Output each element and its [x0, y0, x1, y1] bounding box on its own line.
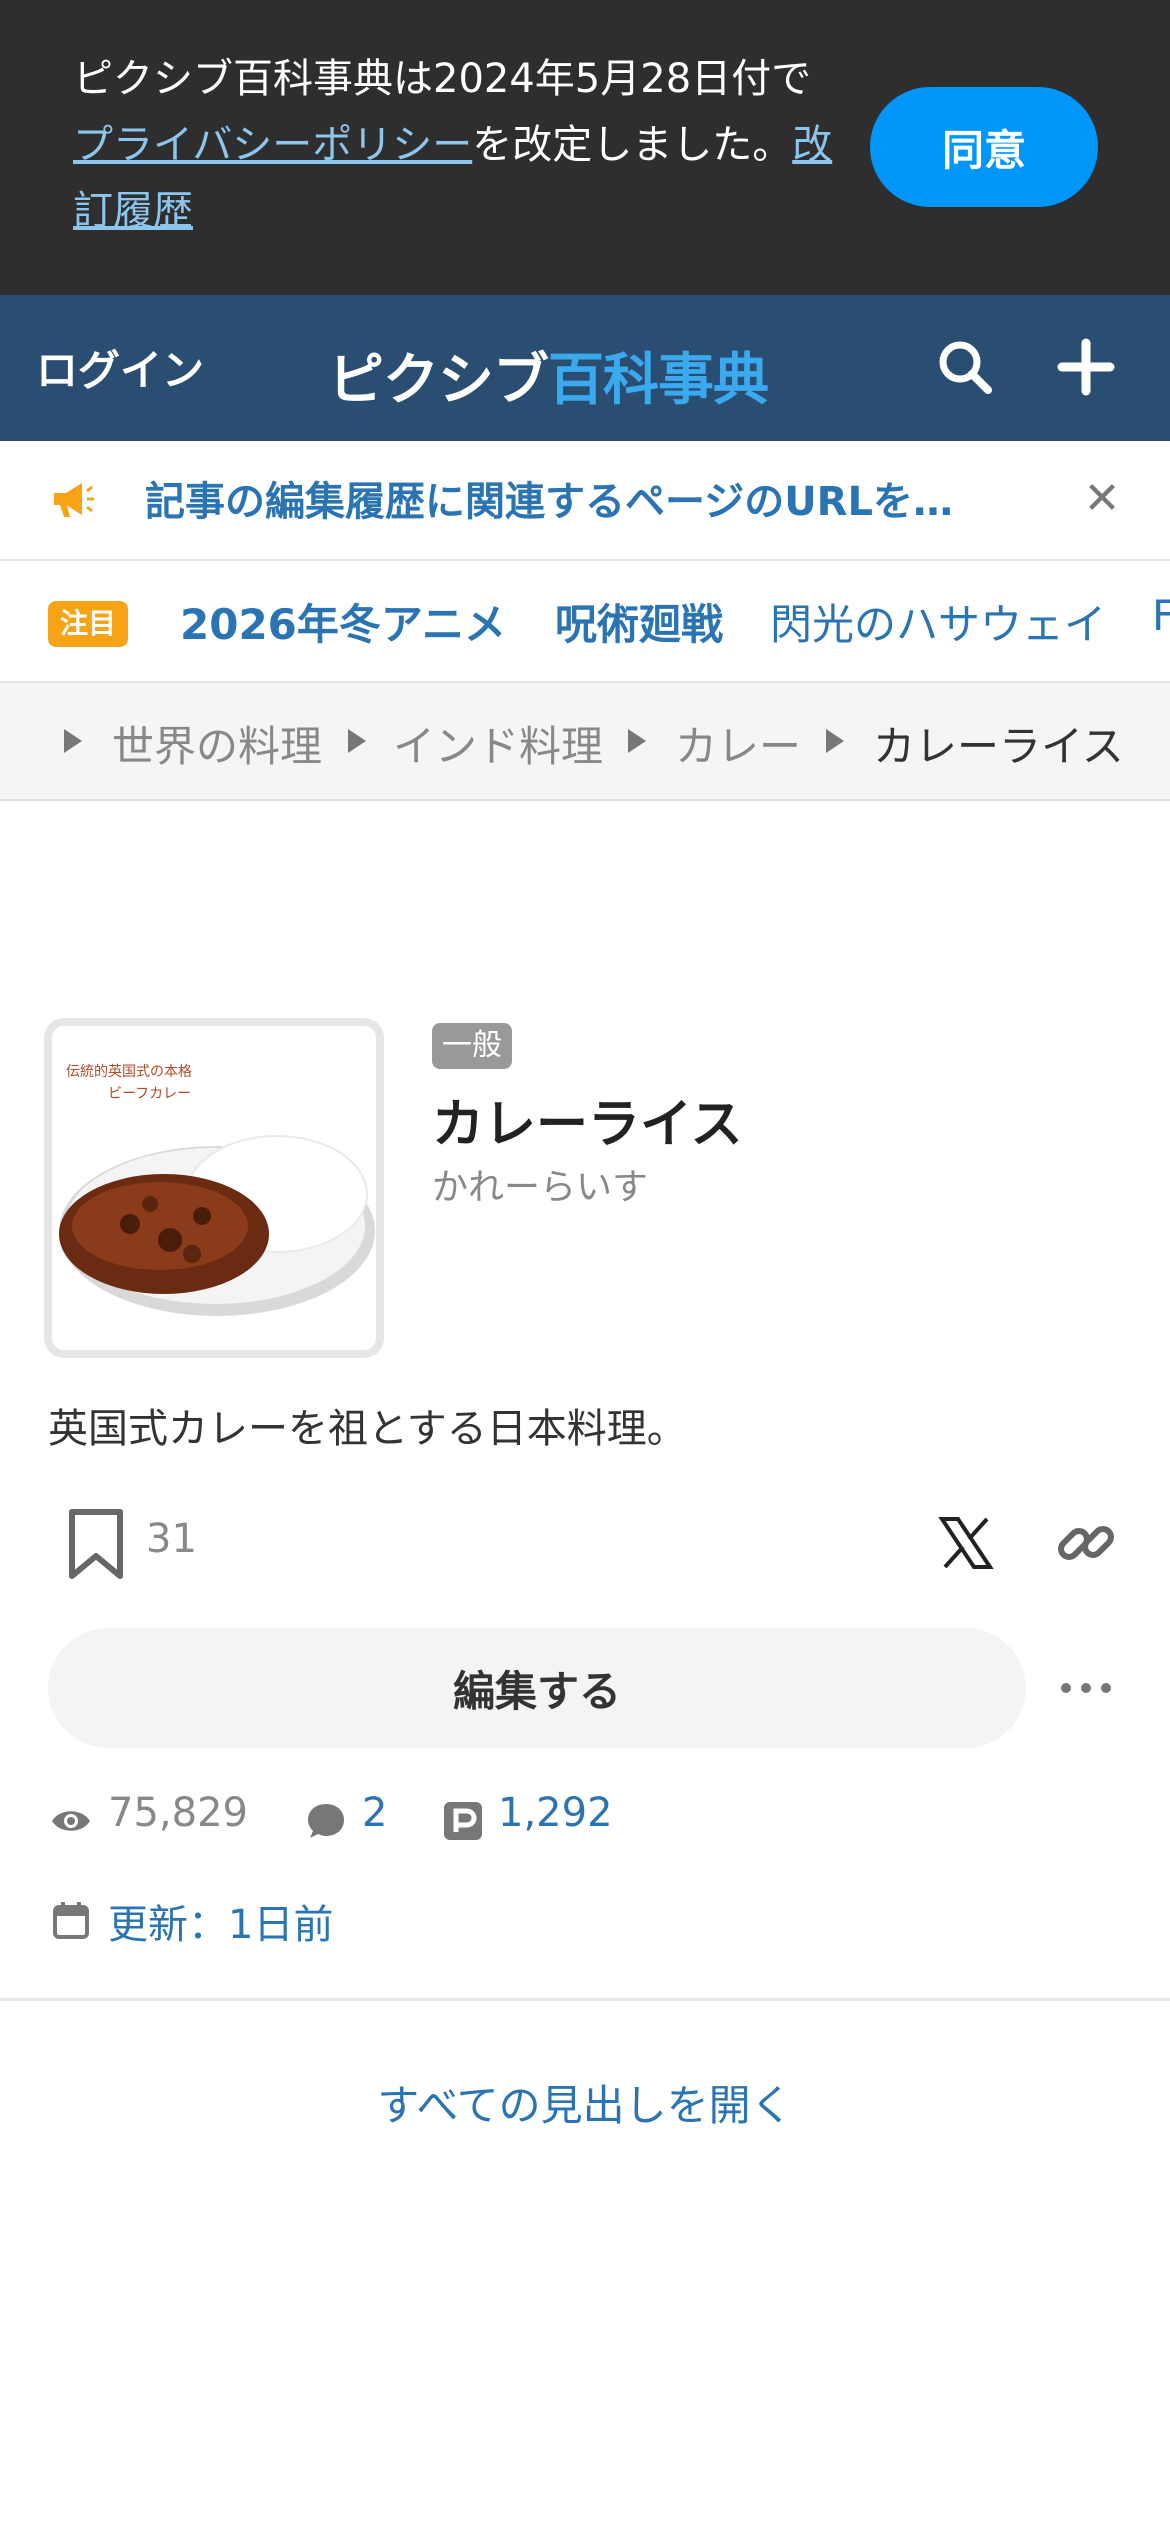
pixiv-icon — [444, 1802, 482, 1840]
privacy-policy-link[interactable]: プライバシーポリシー — [73, 122, 472, 168]
thumb-caption-1: 伝統的英国式の本格 — [66, 1063, 192, 1080]
more-options-icon[interactable] — [1056, 1670, 1116, 1706]
updated-link[interactable]: 更新：1日前 — [108, 1892, 333, 1950]
pixiv-works-link[interactable]: 1,292 — [498, 1790, 613, 1836]
trending-item[interactable]: 2026年冬アニメ — [180, 591, 506, 652]
bookmark-icon[interactable] — [64, 1508, 128, 1580]
reading-text: かれーらいす — [432, 1167, 649, 1208]
search-icon[interactable] — [935, 337, 995, 397]
article-summary: 英国式カレーを祖とする日本料理。 — [48, 1406, 687, 1452]
article-thumbnail[interactable]: 伝統的英国式の本格 ビーフカレー — [44, 1018, 384, 1358]
plus-icon[interactable] — [1056, 337, 1116, 397]
breadcrumb-item[interactable]: カレー — [675, 713, 801, 774]
comment-count-link[interactable]: 2 — [362, 1790, 387, 1836]
trending-item[interactable]: 呪術廻戦 — [555, 591, 723, 652]
consent-text-before: ピクシブ百科事典は2024年5月28日付で — [73, 56, 812, 102]
consent-banner: ピクシブ百科事典は2024年5月28日付でプライバシーポリシーを改定しました。改… — [0, 0, 1170, 295]
notice-bar: 記事の編集履歴に関連するページのURLを… ✕ — [0, 441, 1170, 561]
site-header: ログイン ピクシブ百科事典 — [0, 295, 1170, 441]
page-title: カレーライス — [432, 1095, 743, 1155]
breadcrumb-arrow-icon — [826, 729, 844, 753]
logo-part-2: 百科事典 — [548, 348, 769, 413]
copy-link-icon[interactable] — [1055, 1512, 1117, 1574]
close-icon[interactable]: ✕ — [1078, 475, 1126, 523]
trending-item[interactable]: 閃光のハサウェイ — [770, 591, 1106, 652]
trending-badge: 注目 — [48, 601, 129, 647]
trending-item[interactable]: F — [1152, 591, 1170, 640]
consent-text-middle: を改定しました。 — [472, 122, 793, 168]
comment-icon — [308, 1804, 344, 1838]
breadcrumb-item[interactable]: 世界の料理 — [112, 713, 322, 774]
agree-button[interactable]: 同意 — [870, 87, 1098, 207]
breadcrumb-current: カレーライス — [873, 722, 1124, 771]
eye-icon — [52, 1811, 90, 1831]
breadcrumb-item[interactable]: インド料理 — [393, 713, 603, 774]
bookmark-count: 31 — [146, 1516, 197, 1562]
divider — [0, 1998, 1170, 2001]
curry-image: 伝統的英国式の本格 ビーフカレー — [52, 1026, 376, 1350]
calendar-icon — [53, 1902, 89, 1939]
edit-button[interactable]: 編集する — [48, 1628, 1026, 1748]
notice-link[interactable]: 記事の編集履歴に関連するページのURLを… — [145, 469, 1005, 527]
login-link[interactable]: ログイン — [36, 337, 204, 398]
category-badge: 一般 — [432, 1023, 512, 1069]
breadcrumb-arrow-icon — [64, 729, 82, 753]
thumb-caption-2: ビーフカレー — [108, 1086, 191, 1102]
view-count: 75,829 — [108, 1790, 248, 1836]
megaphone-icon — [54, 483, 94, 517]
consent-text: ピクシブ百科事典は2024年5月28日付でプライバシーポリシーを改定しました。改… — [73, 46, 833, 244]
site-logo[interactable]: ピクシブ百科事典 — [328, 335, 769, 416]
logo-part-1: ピクシブ — [328, 348, 549, 413]
expand-all-headings-link[interactable]: すべての見出しを開く — [0, 2072, 1170, 2133]
trending-bar: 注目 2026年冬アニメ 呪術廻戦 閃光のハサウェイ F — [0, 561, 1170, 683]
breadcrumb-arrow-icon — [628, 729, 646, 753]
x-share-icon[interactable] — [938, 1515, 994, 1571]
breadcrumb: 世界の料理 インド料理 カレー カレーライス — [0, 683, 1170, 801]
breadcrumb-arrow-icon — [348, 729, 366, 753]
